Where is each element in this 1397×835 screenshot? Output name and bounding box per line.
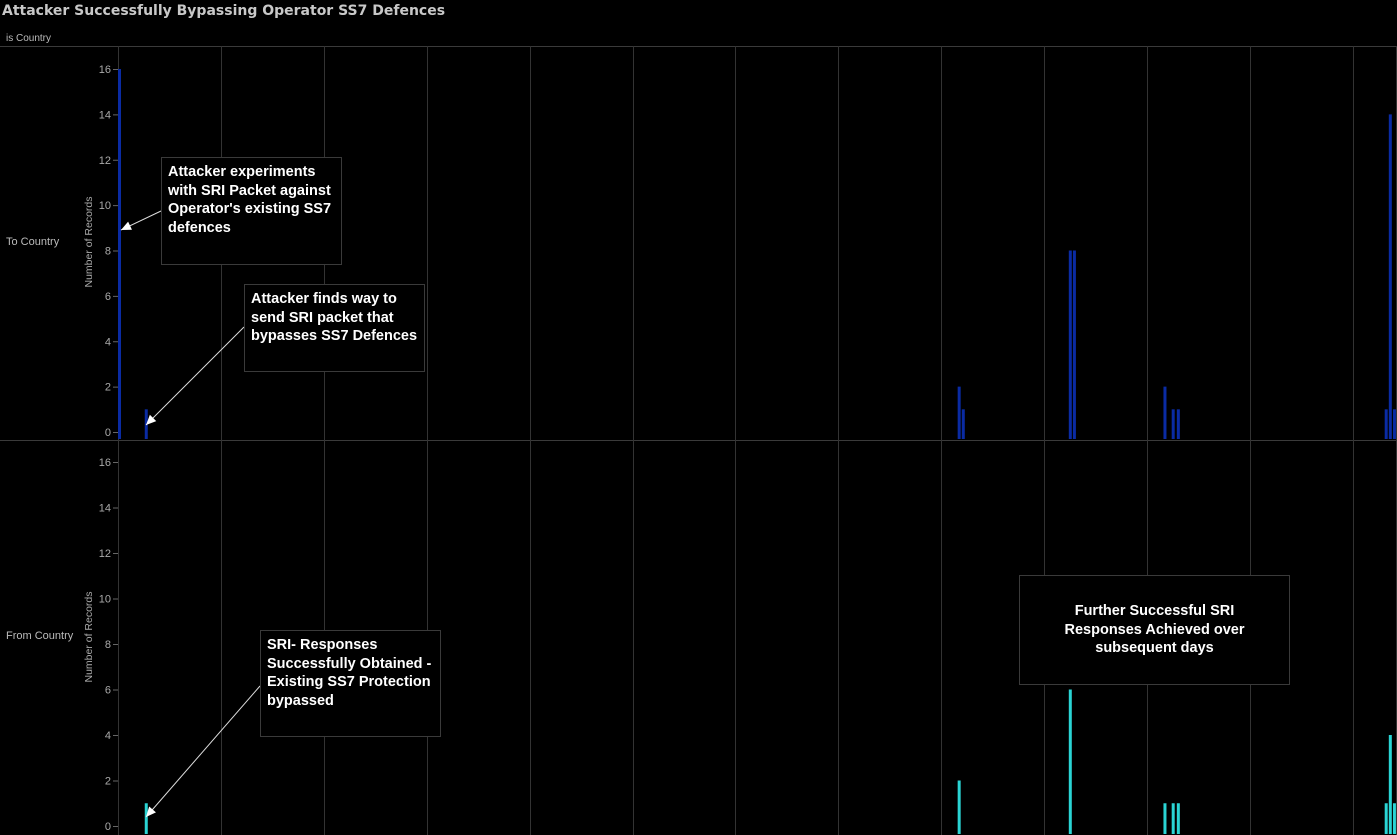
bar: [1388, 114, 1392, 439]
bar: [1068, 689, 1072, 834]
y-tick-label: 2: [105, 382, 111, 394]
y-tick-label: 12: [99, 155, 111, 167]
bar: [1388, 735, 1392, 834]
y-tick-label: 12: [99, 548, 111, 560]
bar: [957, 386, 961, 439]
y-tick-label: 4: [105, 336, 111, 348]
bar: [1068, 250, 1072, 439]
bar: [1384, 803, 1388, 834]
annotation-arrow-bypass-found: [145, 326, 245, 426]
bar: [957, 780, 961, 834]
bar: [1163, 803, 1167, 834]
bar: [1176, 803, 1180, 834]
bar: [1176, 409, 1180, 439]
y-tick-label: 0: [105, 427, 111, 439]
y-tick-label: 0: [105, 821, 111, 833]
bar: [1392, 803, 1396, 834]
bar: [1171, 409, 1175, 439]
y-tick-label: 8: [105, 639, 111, 651]
annotation-experiments: Attacker experiments with SRI Packet aga…: [161, 157, 342, 265]
y-tick-label: 6: [105, 291, 111, 303]
bar: [1163, 386, 1167, 439]
bar: [118, 69, 121, 439]
bar: [1392, 409, 1396, 439]
annotation-arrow-responses-obtained: [145, 685, 261, 818]
y-tick-label: 2: [105, 776, 111, 788]
bar: [1072, 250, 1076, 439]
annotation-responses-obtained: SRI- Responses Successfully Obtained - E…: [260, 630, 441, 737]
y-tick-label: 14: [99, 109, 111, 121]
y-axis-label: Number of Records: [83, 196, 95, 287]
bar: [961, 409, 965, 439]
bar: [1384, 409, 1388, 439]
y-tick-label: 16: [99, 64, 111, 76]
y-tick-label: 10: [99, 200, 111, 212]
y-tick-label: 14: [99, 503, 111, 515]
y-tick-label: 10: [99, 594, 111, 606]
row-label-to-country: To Country: [6, 236, 60, 248]
y-tick-label: 16: [99, 457, 111, 469]
bar: [1171, 803, 1175, 834]
bar: [144, 803, 148, 834]
y-tick-label: 6: [105, 685, 111, 697]
annotation-bypass-found: Attacker finds way to send SRI packet th…: [244, 284, 425, 372]
chart-canvas: 0 2 4 6 8 10 12 14 16 Number of Records 0 2 4 6 8 10 12 1…: [0, 46, 1397, 835]
annotation-further-responses: Further Successful SRI Responses Achieve…: [1019, 575, 1290, 685]
y-tick-label: 4: [105, 730, 111, 742]
y-tick-label: 8: [105, 246, 111, 258]
y-axis-label: Number of Records: [83, 591, 95, 682]
row-label-from-country: From Country: [6, 630, 74, 642]
